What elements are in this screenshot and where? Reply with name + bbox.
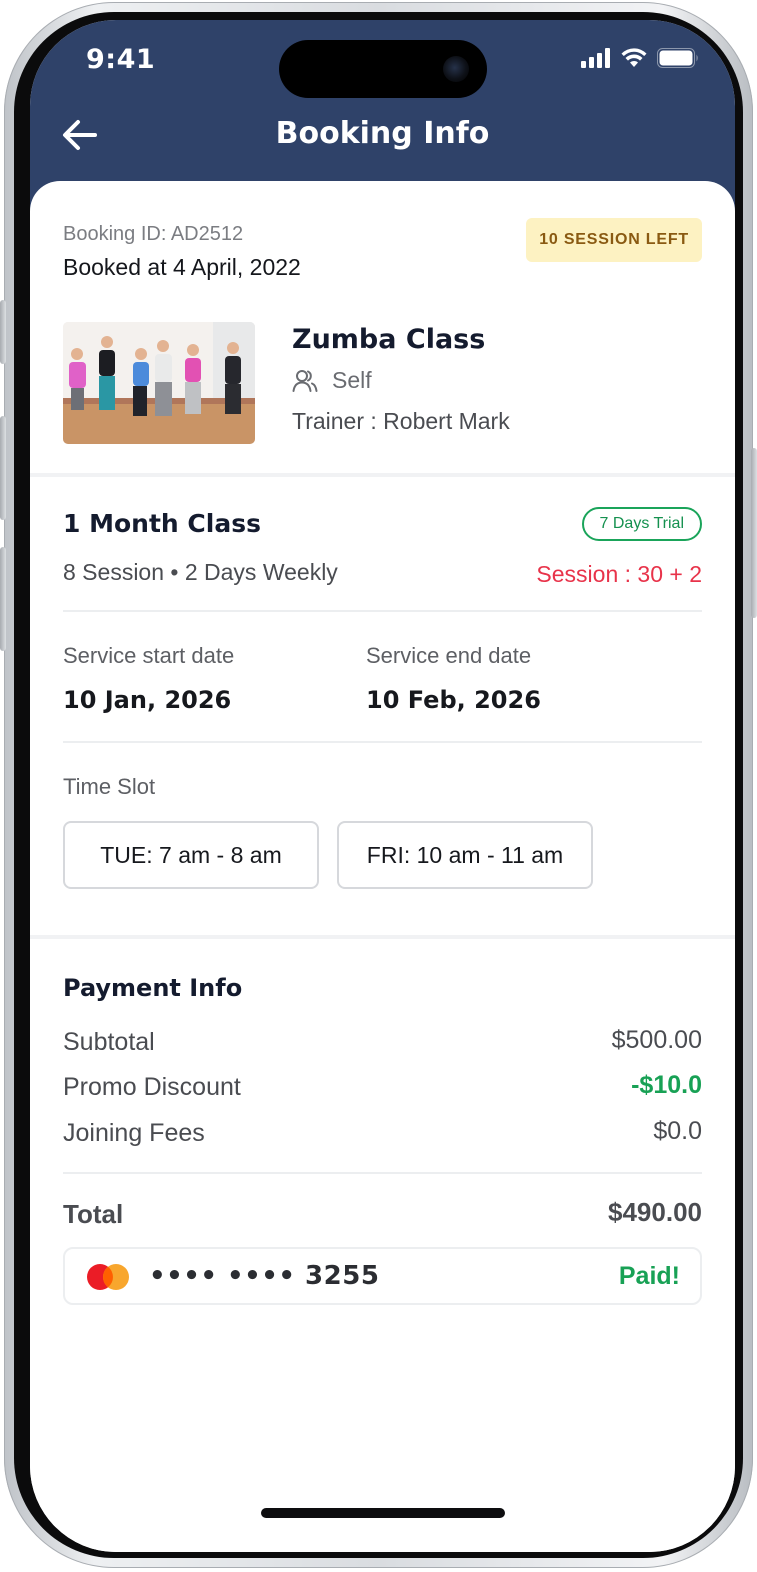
slot-day: TUE (100, 841, 147, 868)
divider (63, 610, 702, 612)
participant-label: Self (332, 367, 372, 393)
end-date-value: 10 Feb, 2026 (366, 686, 541, 714)
payment-card-row[interactable]: •••• •••• 3255 Paid! (63, 1247, 702, 1305)
joining-fees-value: $0.0 (653, 1117, 702, 1145)
start-date-value: 10 Jan, 2026 (63, 686, 232, 714)
trainer-name: Trainer : Robert Mark (292, 408, 510, 434)
sessions-left-badge: 10 SESSION LEFT (526, 218, 702, 262)
wifi-icon (621, 48, 647, 67)
screen: 9:41 Booking Info Booking ID: AD2512 Boo… (30, 20, 735, 1552)
volume-down-button (0, 547, 6, 651)
divider (63, 741, 702, 743)
promo-discount-label: Promo Discount (63, 1073, 241, 1101)
action-button (0, 300, 6, 364)
section-divider (30, 473, 735, 477)
section-divider (30, 935, 735, 939)
status-time: 9:41 (86, 44, 156, 75)
time-slot-chip[interactable]: FRI : 10 am - 11 am (337, 821, 593, 889)
slot-time: : 7 am - 8 am (146, 841, 282, 868)
booking-card: Booking ID: AD2512 Booked at 4 April, 20… (30, 181, 735, 1552)
class-photo-image (63, 322, 255, 444)
status-icons (581, 48, 699, 68)
payment-status: Paid! (618, 1262, 680, 1290)
camera-icon (443, 56, 469, 82)
power-button (751, 448, 757, 618)
time-slot-label: Time Slot (63, 774, 156, 799)
total-label: Total (63, 1199, 124, 1229)
dynamic-island (279, 40, 487, 98)
battery-icon (657, 48, 698, 68)
phone-frame: 9:41 Booking Info Booking ID: AD2512 Boo… (0, 2, 757, 1568)
class-name: Zumba Class (292, 324, 486, 355)
start-date-label: Service start date (63, 643, 235, 668)
booking-id: Booking ID: AD2512 (63, 223, 244, 245)
total-value: $490.00 (608, 1197, 702, 1227)
page-title: Booking Info (275, 116, 490, 151)
promo-discount-value: -$10.0 (631, 1071, 702, 1099)
payment-title: Payment Info (63, 974, 243, 1002)
trial-badge: 7 Days Trial (581, 507, 702, 541)
slot-day: FRI (366, 841, 404, 868)
card-number: •••• •••• 3255 (149, 1261, 380, 1291)
joining-fees-label: Joining Fees (63, 1119, 205, 1147)
session-count: Session : 30 + 2 (536, 561, 702, 587)
class-photo (63, 322, 255, 444)
booked-at-date: Booked at 4 April, 2022 (63, 254, 301, 280)
subtotal-label: Subtotal (63, 1028, 155, 1056)
plan-title: 1 Month Class (63, 509, 261, 538)
participant-row: Self (292, 367, 372, 394)
users-icon (292, 369, 318, 392)
signal-icon (581, 48, 610, 68)
volume-up-button (0, 416, 6, 520)
time-slot-chip[interactable]: TUE : 7 am - 8 am (63, 821, 319, 889)
end-date-label: Service end date (366, 643, 532, 668)
divider (63, 1172, 702, 1174)
mastercard-icon (87, 1264, 129, 1290)
session-info: 8 Session • 2 Days Weekly (63, 559, 338, 585)
subtotal-value: $500.00 (611, 1026, 702, 1054)
slot-time: : 10 am - 11 am (403, 841, 564, 868)
home-indicator[interactable] (261, 1508, 505, 1518)
